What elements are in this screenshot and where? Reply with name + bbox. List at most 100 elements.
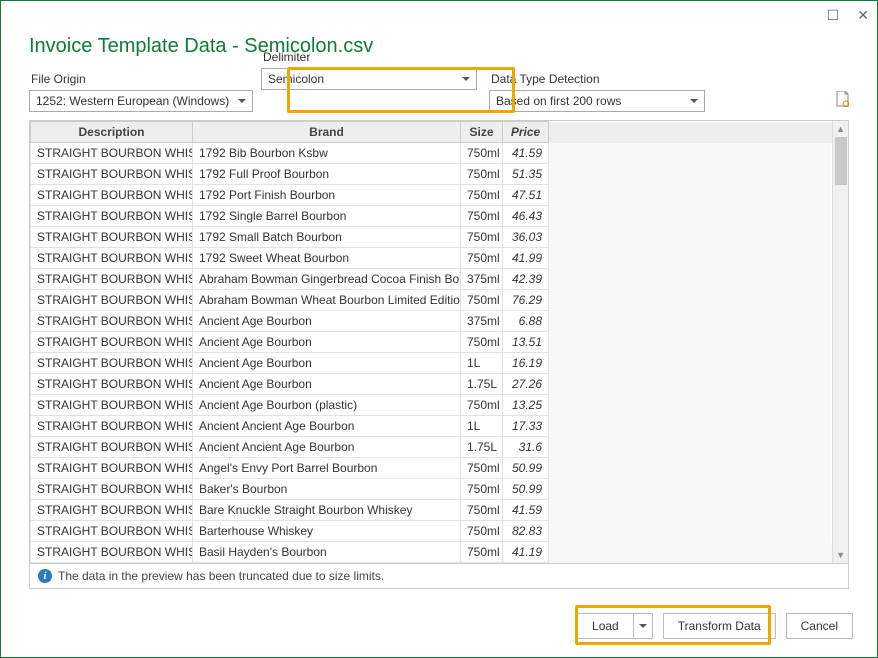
cell-price: 16.19: [503, 353, 549, 374]
dropdown-row: File Origin 1252: Western European (Wind…: [29, 72, 849, 112]
detection-label: Data Type Detection: [489, 72, 705, 86]
cancel-button[interactable]: Cancel: [786, 613, 853, 639]
table-row[interactable]: STRAIGHT BOURBON WHISKEYBarterhouse Whis…: [31, 521, 832, 542]
cell-brand: Ancient Ancient Age Bourbon: [193, 437, 461, 458]
table-row[interactable]: STRAIGHT BOURBON WHISKEYAbraham Bowman W…: [31, 290, 832, 311]
delimiter-group: Delimiter Semicolon: [261, 72, 477, 90]
detection-dropdown[interactable]: Based on first 200 rows: [489, 90, 705, 112]
info-bar: i The data in the preview has been trunc…: [29, 564, 849, 589]
delimiter-dropdown[interactable]: Semicolon: [261, 68, 477, 90]
cell-brand: 1792 Sweet Wheat Bourbon: [193, 248, 461, 269]
cell-description: STRAIGHT BOURBON WHISKEY: [31, 353, 193, 374]
table-row[interactable]: STRAIGHT BOURBON WHISKEYAncient Age Bour…: [31, 311, 832, 332]
chevron-down-icon: [238, 99, 246, 103]
table-row[interactable]: STRAIGHT BOURBON WHISKEY1792 Sweet Wheat…: [31, 248, 832, 269]
table-row[interactable]: STRAIGHT BOURBON WHISKEY1792 Small Batch…: [31, 227, 832, 248]
cell-price: 42.39: [503, 269, 549, 290]
transform-data-button[interactable]: Transform Data: [663, 613, 776, 639]
cell-brand: Barterhouse Whiskey: [193, 521, 461, 542]
cell-brand: Basil Hayden's Bourbon: [193, 542, 461, 563]
cell-price: 27.26: [503, 374, 549, 395]
chevron-down-icon: [639, 624, 647, 628]
cell-price: 46.43: [503, 206, 549, 227]
delimiter-label: Delimiter: [261, 50, 477, 64]
table-row[interactable]: STRAIGHT BOURBON WHISKEY1792 Full Proof …: [31, 164, 832, 185]
table-row[interactable]: STRAIGHT BOURBON WHISKEYBare Knuckle Str…: [31, 500, 832, 521]
table-row[interactable]: STRAIGHT BOURBON WHISKEYAngel's Envy Por…: [31, 458, 832, 479]
filler-cell: [549, 290, 832, 311]
cell-brand: 1792 Full Proof Bourbon: [193, 164, 461, 185]
scroll-thumb[interactable]: [835, 137, 847, 185]
table-row[interactable]: STRAIGHT BOURBON WHISKEYAncient Age Bour…: [31, 353, 832, 374]
cell-size: 750ml: [461, 248, 503, 269]
cell-description: STRAIGHT BOURBON WHISKEY: [31, 227, 193, 248]
cell-price: 31.6: [503, 437, 549, 458]
table-row[interactable]: STRAIGHT BOURBON WHISKEYAncient Age Bour…: [31, 332, 832, 353]
filler-cell: [549, 143, 832, 164]
cell-size: 750ml: [461, 332, 503, 353]
header-brand[interactable]: Brand: [193, 122, 461, 143]
load-split-button: Load: [577, 613, 653, 639]
table-row[interactable]: STRAIGHT BOURBON WHISKEYBaker's Bourbon7…: [31, 479, 832, 500]
cell-price: 47.51: [503, 185, 549, 206]
cell-description: STRAIGHT BOURBON WHISKEY: [31, 311, 193, 332]
maximize-icon[interactable]: ☐: [827, 7, 840, 24]
filler-cell: [549, 458, 832, 479]
cell-description: STRAIGHT BOURBON WHISKEY: [31, 395, 193, 416]
cell-brand: Ancient Ancient Age Bourbon: [193, 416, 461, 437]
cell-brand: Bare Knuckle Straight Bourbon Whiskey: [193, 500, 461, 521]
filler-cell: [549, 227, 832, 248]
cell-brand: Ancient Age Bourbon (plastic): [193, 395, 461, 416]
table-row[interactable]: STRAIGHT BOURBON WHISKEYAncient Age Bour…: [31, 374, 832, 395]
table-row[interactable]: STRAIGHT BOURBON WHISKEYAncient Ancient …: [31, 437, 832, 458]
delimiter-value: Semicolon: [268, 72, 324, 86]
cell-brand: Ancient Age Bourbon: [193, 311, 461, 332]
cell-size: 750ml: [461, 395, 503, 416]
scroll-up-icon[interactable]: ▲: [833, 121, 848, 137]
table-row[interactable]: STRAIGHT BOURBON WHISKEY1792 Single Barr…: [31, 206, 832, 227]
cell-brand: 1792 Bib Bourbon Ksbw: [193, 143, 461, 164]
cell-description: STRAIGHT BOURBON WHISKEY: [31, 521, 193, 542]
detection-group: Data Type Detection Based on first 200 r…: [489, 72, 705, 112]
filler-cell: [549, 248, 832, 269]
table-row[interactable]: STRAIGHT BOURBON WHISKEYBasil Hayden's B…: [31, 542, 832, 563]
button-bar: Load Transform Data Cancel: [577, 613, 853, 639]
cell-description: STRAIGHT BOURBON WHISKEY: [31, 206, 193, 227]
cell-brand: Ancient Age Bourbon: [193, 332, 461, 353]
table-row[interactable]: STRAIGHT BOURBON WHISKEY1792 Port Finish…: [31, 185, 832, 206]
cell-price: 41.59: [503, 143, 549, 164]
cell-brand: Abraham Bowman Gingerbread Cocoa Finish …: [193, 269, 461, 290]
table-row[interactable]: STRAIGHT BOURBON WHISKEYAbraham Bowman G…: [31, 269, 832, 290]
load-dropdown-button[interactable]: [633, 613, 653, 639]
table-row[interactable]: STRAIGHT BOURBON WHISKEY1792 Bib Bourbon…: [31, 143, 832, 164]
titlebar: ☐ ✕: [1, 1, 877, 29]
filler-cell: [549, 269, 832, 290]
filler-cell: [549, 479, 832, 500]
page-settings-icon[interactable]: [835, 91, 849, 112]
header-price[interactable]: Price: [503, 122, 549, 143]
header-description[interactable]: Description: [31, 122, 193, 143]
header-size[interactable]: Size: [461, 122, 503, 143]
cell-description: STRAIGHT BOURBON WHISKEY: [31, 437, 193, 458]
cell-description: STRAIGHT BOURBON WHISKEY: [31, 542, 193, 563]
cell-size: 750ml: [461, 521, 503, 542]
cell-price: 41.19: [503, 542, 549, 563]
table-row[interactable]: STRAIGHT BOURBON WHISKEYAncient Age Bour…: [31, 395, 832, 416]
cell-size: 750ml: [461, 500, 503, 521]
filler-cell: [549, 374, 832, 395]
cell-size: 1.75L: [461, 437, 503, 458]
info-message: The data in the preview has been truncat…: [58, 569, 384, 583]
close-icon[interactable]: ✕: [857, 7, 869, 24]
cell-size: 750ml: [461, 542, 503, 563]
vertical-scrollbar[interactable]: ▲ ▼: [832, 121, 848, 563]
filler-cell: [549, 185, 832, 206]
scroll-down-icon[interactable]: ▼: [833, 547, 848, 563]
filler-cell: [549, 395, 832, 416]
chevron-down-icon: [462, 77, 470, 81]
file-origin-dropdown[interactable]: 1252: Western European (Windows): [29, 90, 253, 112]
filler-cell: [549, 416, 832, 437]
cell-size: 1L: [461, 416, 503, 437]
load-button[interactable]: Load: [577, 613, 633, 639]
cell-brand: 1792 Port Finish Bourbon: [193, 185, 461, 206]
table-row[interactable]: STRAIGHT BOURBON WHISKEYAncient Ancient …: [31, 416, 832, 437]
